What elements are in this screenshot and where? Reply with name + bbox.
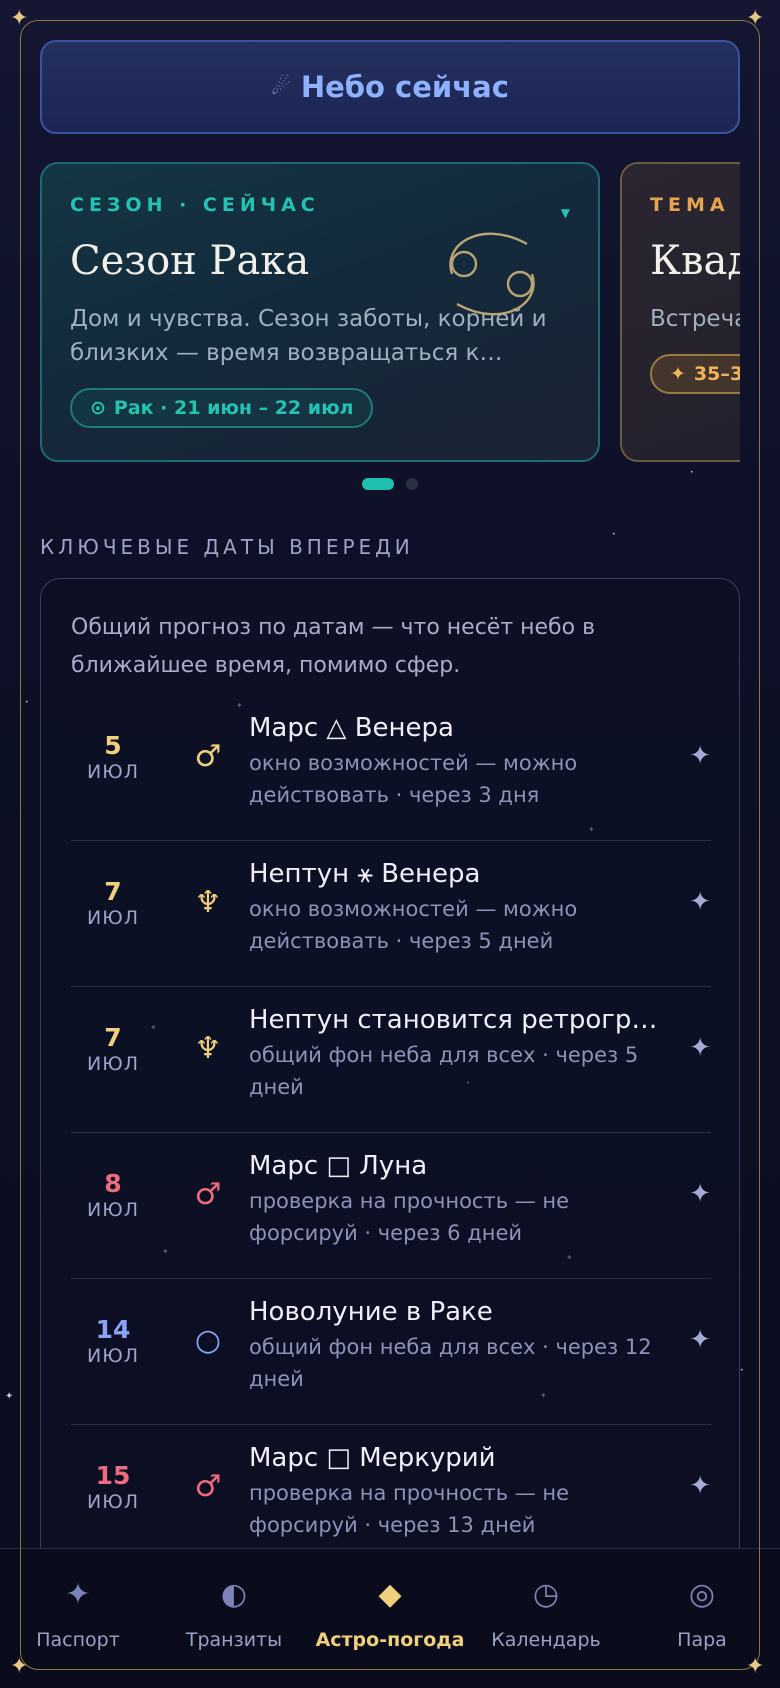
corner-star-icon: ✦ — [746, 1654, 765, 1679]
key-date-month: ИЮЛ — [86, 1199, 139, 1221]
key-date-subtitle: окно возможностей — можно действовать · … — [249, 751, 578, 807]
key-date-day: 7 — [104, 877, 122, 906]
key-date-row[interactable]: 5 ИЮЛ ♂ Марс △ Венера окно возможностей — мо… — [71, 695, 711, 841]
key-date-month: ИЮЛ — [86, 907, 139, 929]
season-card-eyebrow: СЕЗОН · СЕЙЧАС — [70, 194, 320, 216]
key-date-day: 8 — [104, 1169, 122, 1198]
tab-label: Паспорт — [36, 1629, 120, 1651]
theme-date-pill: ✦ 35–3 — [650, 354, 740, 394]
carousel-indicator[interactable] — [362, 478, 418, 490]
key-date-title: Марс □ Меркурий — [249, 1443, 496, 1473]
cancer-sign-icon — [449, 232, 535, 316]
key-date-text: Нептун становится ретрогра... общий фон н… — [249, 1001, 669, 1103]
sparkle-icon[interactable]: ✦ — [689, 1325, 711, 1355]
mars-icon: ♂ — [194, 1469, 222, 1504]
tab-label: Календарь — [491, 1629, 601, 1651]
corner-star-icon: ✦ — [10, 6, 29, 31]
tab-label: Астро-погода — [315, 1629, 465, 1651]
key-date-text: Нептун ⚹ Венера окно возможностей — можно… — [249, 855, 669, 957]
tab-label: Пара — [677, 1629, 727, 1651]
key-date-row[interactable]: 14 ИЮЛ ○ Новолуние в Раке общий фон неба для… — [71, 1279, 711, 1425]
key-date-day: 5 — [104, 731, 122, 760]
key-date-date: 14 ИЮЛ — [71, 1315, 155, 1367]
mars-icon: ♂ — [194, 739, 222, 774]
key-dates-intro: Общий прогноз по датам — что несёт небо … — [71, 615, 596, 678]
corner-star-icon: ✦ — [10, 1654, 29, 1679]
key-date-title: Новолуние в Раке — [249, 1297, 493, 1327]
half-moon-icon: ◐ — [220, 1577, 248, 1612]
new-moon-icon: ○ — [194, 1323, 222, 1358]
key-date-subtitle: проверка на прочность — не форсируй · че… — [249, 1189, 570, 1245]
sparkle-icon: ✦ — [65, 1577, 91, 1612]
tab-clock[interactable]: ◷ Календарь — [468, 1575, 624, 1651]
key-date-month: ИЮЛ — [86, 1345, 139, 1367]
key-date-subtitle: проверка на прочность — не форсируй · че… — [249, 1481, 570, 1537]
key-date-day: 7 — [104, 1023, 122, 1052]
key-date-date: 15 ИЮЛ — [71, 1461, 155, 1513]
key-date-subtitle: окно возможностей — можно действовать · … — [249, 897, 578, 953]
key-date-day: 15 — [95, 1461, 131, 1490]
neptune-icon: ♆ — [194, 1031, 222, 1066]
carousel-dot-active[interactable] — [362, 478, 394, 490]
key-dates-list: 5 ИЮЛ ♂ Марс △ Венера окно возможностей — мо… — [71, 695, 711, 1571]
mars-icon: ♂ — [194, 1177, 222, 1212]
season-card[interactable]: СЕЗОН · СЕЙЧАС ▼ Сезон Рака Дом и чувств… — [40, 162, 600, 462]
key-date-date: 5 ИЮЛ — [71, 731, 155, 783]
theme-card-eyebrow: ТЕМА 2 — [650, 194, 740, 216]
theme-card-description: Встреча даре. — [650, 306, 740, 332]
key-date-month: ИЮЛ — [86, 1491, 139, 1513]
key-date-text: Новолуние в Раке общий фон неба для всех … — [249, 1293, 669, 1395]
neptune-icon: ♆ — [194, 885, 222, 920]
key-dates-panel: Общий прогноз по датам — что несёт небо … — [40, 578, 740, 1688]
sparkle-icon[interactable]: ✦ — [689, 1033, 711, 1063]
key-date-title: Марс □ Луна — [249, 1151, 428, 1181]
tab-half-moon[interactable]: ◐ Транзиты — [156, 1575, 312, 1651]
key-date-title: Марс △ Венера — [249, 713, 454, 743]
season-date-pill: ⊙ Рак · 21 июн – 22 июл — [70, 388, 374, 428]
bottom-tab-bar: ✦ Паспорт ◐ Транзиты ◆ Астро-погода ◷ Календарь… — [0, 1548, 780, 1688]
theme-card[interactable]: ТЕМА 2 Квад Встреча даре. ✦ 35–3 — [620, 162, 740, 462]
key-date-text: Марс □ Луна проверка на прочность — не фо… — [249, 1147, 669, 1249]
sparkle-icon[interactable]: ✦ — [689, 1471, 711, 1501]
rings-icon: ◎ — [688, 1577, 716, 1612]
sparkle-icon[interactable]: ✦ — [689, 887, 711, 917]
tab-sparkle[interactable]: ✦ Паспорт — [0, 1575, 156, 1651]
tab-diamond[interactable]: ◆ Астро-погода — [312, 1575, 468, 1651]
key-date-date: 8 ИЮЛ — [71, 1169, 155, 1221]
season-carousel[interactable]: СЕЗОН · СЕЙЧАС ▼ Сезон Рака Дом и чувств… — [0, 150, 740, 480]
tab-rings[interactable]: ◎ Пара — [624, 1575, 780, 1651]
key-date-row[interactable]: 7 ИЮЛ ♆ Нептун ⚹ Венера окно возможностей — … — [71, 841, 711, 987]
tab-label: Транзиты — [185, 1629, 283, 1651]
key-date-day: 14 — [95, 1315, 131, 1344]
key-date-title: Нептун ⚹ Венера — [249, 859, 481, 889]
sparkle-icon[interactable]: ✦ — [689, 741, 711, 771]
key-dates-title: КЛЮЧЕВЫЕ ДАТЫ ВПЕРЕДИ — [40, 535, 414, 559]
sun-icon: ⊙ — [90, 397, 106, 419]
diamond-icon: ◆ — [378, 1577, 402, 1612]
corner-star-icon: ✦ — [746, 6, 765, 31]
key-date-text: Марс □ Меркурий проверка на прочность — н… — [249, 1439, 669, 1541]
sky-now-button[interactable]: ☄ Небо сейчас — [40, 40, 740, 134]
sky-now-label: Небо сейчас — [300, 70, 509, 104]
key-date-row[interactable]: 8 ИЮЛ ♂ Марс □ Луна проверка на прочность — … — [71, 1133, 711, 1279]
key-date-date: 7 ИЮЛ — [71, 877, 155, 929]
clock-icon: ◷ — [532, 1577, 560, 1612]
carousel-dot[interactable] — [406, 478, 418, 490]
chevron-down-icon[interactable]: ▼ — [561, 206, 570, 220]
key-date-month: ИЮЛ — [86, 761, 139, 783]
key-date-title: Нептун становится ретрогра... — [249, 1005, 669, 1035]
key-date-subtitle: общий фон неба для всех · через 12 дней — [249, 1335, 652, 1391]
key-date-subtitle: общий фон неба для всех · через 5 дней — [249, 1043, 639, 1099]
key-date-date: 7 ИЮЛ — [71, 1023, 155, 1075]
key-date-month: ИЮЛ — [86, 1053, 139, 1075]
key-date-row[interactable]: 7 ИЮЛ ♆ Нептун становится ретрогра... общий … — [71, 987, 711, 1133]
meteor-icon: ☄ — [271, 74, 291, 100]
key-date-text: Марс △ Венера окно возможностей — можно д… — [249, 709, 669, 811]
theme-card-title: Квад — [650, 238, 740, 284]
sparkle-icon[interactable]: ✦ — [689, 1179, 711, 1209]
sparkle-icon: ✦ — [670, 363, 686, 385]
